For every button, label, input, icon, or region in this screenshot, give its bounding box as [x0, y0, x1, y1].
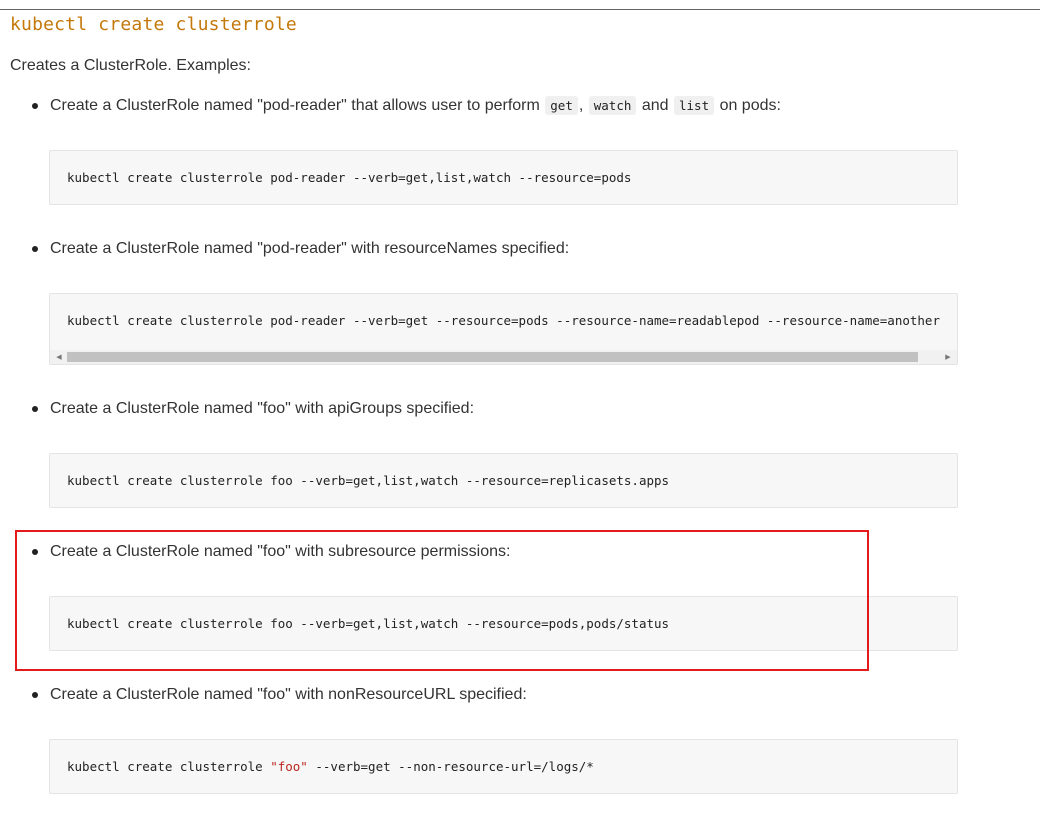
bullet-icon — [32, 246, 38, 252]
scroll-right-arrow-icon[interactable]: ▶ — [941, 350, 955, 364]
example-description: Create a ClusterRole named "pod-reader" … — [50, 240, 570, 257]
doc-page: kubectl create clusterrole Creates a Clu… — [0, 0, 1040, 822]
bullet-icon — [32, 406, 38, 412]
example-description: Create a ClusterRole named "pod-reader" … — [50, 96, 781, 115]
string-literal: "foo" — [270, 759, 308, 774]
bullet-icon — [32, 103, 38, 109]
example-description: Create a ClusterRole named "foo" with no… — [50, 686, 527, 703]
code-block[interactable]: kubectl create clusterrole pod-reader --… — [49, 150, 958, 205]
code-command: kubectl create clusterrole pod-reader --… — [67, 313, 940, 328]
code-block[interactable]: kubectl create clusterrole foo --verb=ge… — [49, 453, 958, 508]
inline-code-get: get — [545, 96, 578, 115]
code-command: kubectl create clusterrole pod-reader --… — [67, 170, 632, 185]
example-description: Create a ClusterRole named "foo" with su… — [50, 543, 511, 560]
code-command: kubectl create clusterrole "foo" --verb=… — [67, 759, 594, 774]
top-divider — [0, 9, 1040, 10]
scroll-left-arrow-icon[interactable]: ◀ — [52, 350, 66, 364]
inline-code-list: list — [674, 96, 715, 115]
inline-code-watch: watch — [588, 96, 637, 115]
code-block[interactable]: kubectl create clusterrole foo --verb=ge… — [49, 596, 958, 651]
code-block[interactable]: kubectl create clusterrole "foo" --verb=… — [49, 739, 958, 794]
intro-text: Creates a ClusterRole. Examples: — [10, 57, 251, 74]
bullet-icon — [32, 692, 38, 698]
scrollbar-thumb[interactable] — [67, 352, 918, 362]
bullet-icon — [32, 549, 38, 555]
section-heading: kubectl create clusterrole — [10, 14, 297, 35]
code-block-scrollable[interactable]: kubectl create clusterrole pod-reader --… — [49, 293, 958, 365]
horizontal-scrollbar[interactable]: ◀ ▶ — [50, 350, 957, 364]
code-command: kubectl create clusterrole foo --verb=ge… — [67, 473, 670, 488]
code-command: kubectl create clusterrole foo --verb=ge… — [67, 616, 670, 631]
example-description: Create a ClusterRole named "foo" with ap… — [50, 400, 475, 417]
